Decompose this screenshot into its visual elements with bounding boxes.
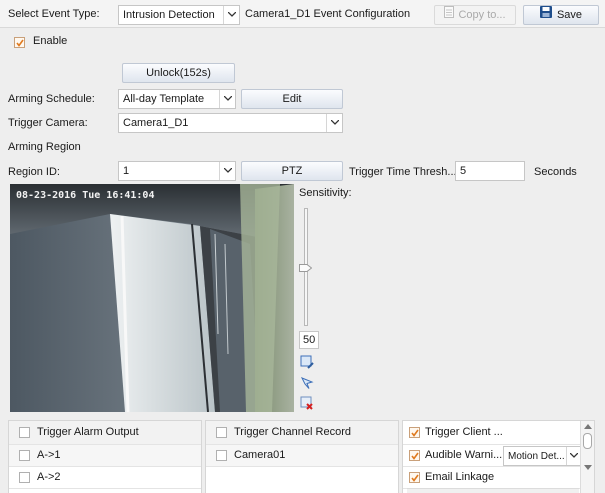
list-item[interactable]: A->1 bbox=[9, 445, 201, 467]
config-title: Camera1_D1 Event Configuration bbox=[245, 8, 411, 20]
select-pointer-icon[interactable] bbox=[300, 376, 314, 393]
trigger-time-threshold-input[interactable]: 5 bbox=[455, 161, 525, 181]
client-header-row: Trigger Client ... bbox=[403, 421, 580, 445]
chevron-down-icon bbox=[223, 6, 239, 24]
sensitivity-slider-handle[interactable] bbox=[299, 263, 313, 272]
alarm-output-panel: Trigger Alarm Output A->1 A->2 bbox=[8, 420, 202, 493]
sensitivity-label: Sensitivity: bbox=[299, 187, 352, 199]
scroll-down-arrow-icon[interactable] bbox=[584, 465, 592, 470]
delete-area-icon[interactable] bbox=[300, 396, 314, 413]
chevron-down-icon bbox=[566, 447, 580, 465]
unlock-button[interactable]: Unlock(152s) bbox=[122, 63, 235, 83]
video-timestamp: 08-23-2016 Tue 16:41:04 bbox=[16, 190, 155, 201]
list-item[interactable]: Email Linkage bbox=[403, 467, 580, 489]
save-icon bbox=[539, 6, 552, 24]
trigger-alarm-output-checkbox[interactable] bbox=[19, 427, 30, 438]
chevron-down-icon bbox=[326, 114, 342, 132]
trigger-time-threshold-label: Trigger Time Thresh... bbox=[349, 166, 457, 178]
trigger-channel-record-label: Trigger Channel Record bbox=[234, 426, 351, 438]
trigger-channel-record-checkbox[interactable] bbox=[216, 427, 227, 438]
email-linkage-checkbox[interactable] bbox=[409, 472, 420, 483]
scroll-thumb[interactable] bbox=[583, 433, 592, 449]
save-label: Save bbox=[556, 9, 583, 21]
audible-warning-label: Audible Warni... bbox=[425, 449, 503, 461]
arming-region-label: Arming Region bbox=[8, 141, 81, 153]
arming-schedule-value: All-day Template bbox=[123, 93, 205, 105]
trigger-camera-label: Trigger Camera: bbox=[8, 117, 88, 129]
vertical-scrollbar[interactable] bbox=[580, 421, 594, 493]
edit-button[interactable]: Edit bbox=[241, 89, 343, 109]
channel-record-panel: Trigger Channel Record Camera01 bbox=[205, 420, 399, 493]
list-item[interactable]: Camera01 bbox=[206, 445, 398, 467]
copy-to-label: Copy to... bbox=[458, 9, 506, 21]
list-item[interactable]: Audible Warni... Motion Det... bbox=[403, 445, 581, 467]
region-id-value: 1 bbox=[123, 165, 130, 177]
scroll-up-arrow-icon[interactable] bbox=[584, 424, 592, 429]
horizontal-scrollbar[interactable] bbox=[407, 488, 579, 493]
list-item[interactable]: A->2 bbox=[9, 467, 201, 489]
chevron-down-icon bbox=[219, 162, 235, 180]
arming-schedule-select[interactable]: All-day Template bbox=[118, 89, 236, 109]
alarm-output-a1-checkbox[interactable] bbox=[19, 450, 30, 461]
camera-frame-image bbox=[10, 184, 294, 412]
trigger-alarm-output-label: Trigger Alarm Output bbox=[37, 426, 139, 438]
chevron-down-icon bbox=[219, 90, 235, 108]
event-type-select[interactable]: Intrusion Detection bbox=[118, 5, 240, 25]
alarm-output-a2-checkbox[interactable] bbox=[19, 472, 30, 483]
audible-warning-value: Motion Det... bbox=[508, 451, 565, 462]
copy-to-button[interactable]: Copy to... bbox=[434, 5, 516, 25]
trigger-client-label: Trigger Client ... bbox=[425, 426, 503, 438]
live-video-view[interactable]: 08-23-2016 Tue 16:41:04 bbox=[10, 184, 294, 412]
sensitivity-value-input[interactable]: 50 bbox=[299, 331, 319, 349]
ptz-button[interactable]: PTZ bbox=[241, 161, 343, 181]
seconds-unit-label: Seconds bbox=[534, 166, 577, 178]
arming-schedule-label: Arming Schedule: bbox=[8, 93, 95, 105]
alarm-output-header-row: Trigger Alarm Output bbox=[9, 421, 201, 445]
draw-area-icon[interactable] bbox=[300, 355, 314, 372]
camera01-checkbox[interactable] bbox=[216, 450, 227, 461]
save-button[interactable]: Save bbox=[523, 5, 599, 25]
copy-icon bbox=[444, 6, 455, 24]
alarm-output-a2-label: A->2 bbox=[37, 471, 61, 483]
client-linkage-panel: Trigger Client ... Audible Warni... Moti… bbox=[402, 420, 595, 493]
email-linkage-label: Email Linkage bbox=[425, 471, 495, 483]
region-id-select[interactable]: 1 bbox=[118, 161, 236, 181]
trigger-camera-value: Camera1_D1 bbox=[123, 117, 189, 129]
region-id-label: Region ID: bbox=[8, 166, 60, 178]
alarm-output-a1-label: A->1 bbox=[37, 449, 61, 461]
camera01-label: Camera01 bbox=[234, 449, 286, 461]
enable-label: Enable bbox=[33, 35, 68, 47]
audible-warning-select[interactable]: Motion Det... bbox=[503, 446, 581, 466]
audible-warning-checkbox[interactable] bbox=[409, 450, 420, 461]
trigger-camera-select[interactable]: Camera1_D1 bbox=[118, 113, 343, 133]
channel-record-header-row: Trigger Channel Record bbox=[206, 421, 398, 445]
enable-checkbox[interactable] bbox=[14, 37, 25, 48]
trigger-client-checkbox[interactable] bbox=[409, 427, 420, 438]
select-event-type-label: Select Event Type: bbox=[8, 8, 100, 20]
event-type-value: Intrusion Detection bbox=[123, 9, 215, 21]
